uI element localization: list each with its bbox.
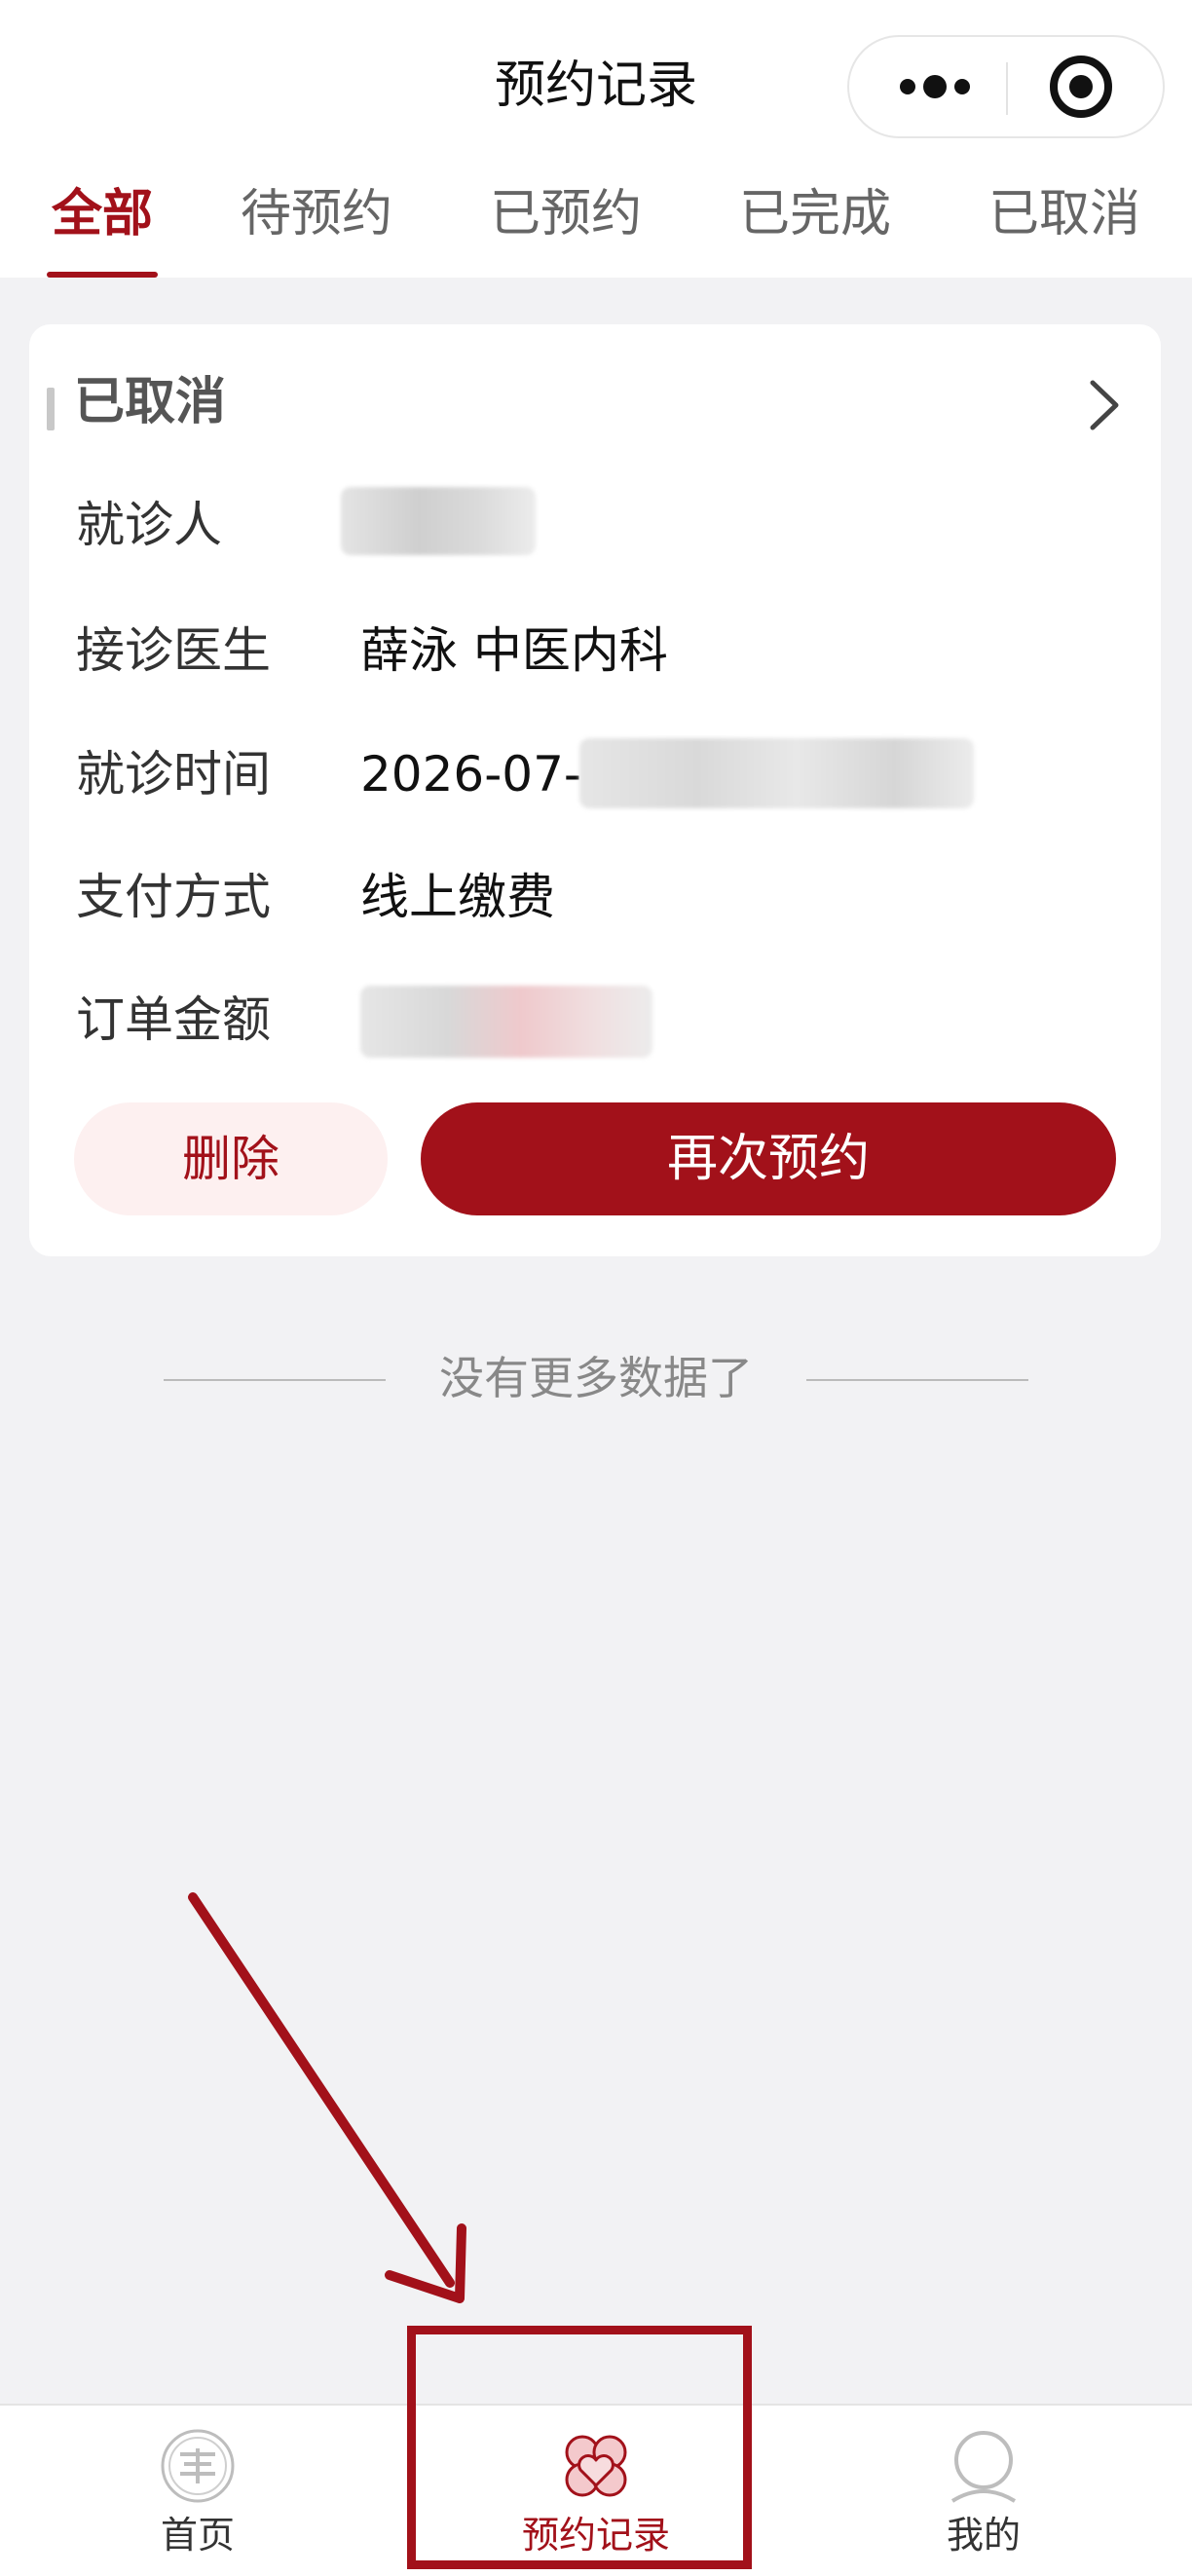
doctor-label: 接诊医生: [76, 622, 271, 679]
tab-completed[interactable]: 已完成: [732, 166, 898, 278]
tab-label: 待预约: [240, 185, 392, 243]
header: 预约记录 全部 待预约 已预约 已完成 已取消: [0, 0, 1192, 278]
home-seal-icon: [161, 2429, 235, 2503]
tab-cancelled[interactable]: 已取消: [982, 166, 1147, 278]
bottom-tab-bar: 首页 预约记录 我的: [0, 2404, 1192, 2576]
tab-booked[interactable]: 已预约: [483, 166, 649, 278]
heart-clover-icon: [565, 2435, 627, 2497]
nav-label: 我的: [946, 2514, 1021, 2557]
chevron-right-icon[interactable]: [1079, 375, 1128, 435]
visit-time-redacted: [579, 738, 974, 808]
status-tabs: 全部 待预约 已预约 已完成 已取消: [0, 166, 1192, 278]
target-close-icon: [1050, 56, 1112, 118]
divider-right: [806, 1379, 1028, 1381]
user-icon: [950, 2431, 1017, 2503]
tab-label: 已预约: [489, 185, 642, 243]
more-dots-icon: [900, 75, 970, 98]
capsule-divider: [1006, 62, 1008, 115]
payment-value: 线上缴费: [360, 869, 555, 925]
status-marker: [47, 388, 55, 430]
patient-redacted: [341, 487, 536, 555]
rebook-button[interactable]: 再次预约: [421, 1102, 1116, 1215]
nav-appointments[interactable]: 预约记录: [479, 2406, 713, 2576]
tab-label: 已取消: [987, 185, 1140, 243]
tab-all[interactable]: 全部: [39, 166, 166, 278]
no-more-data-text: 没有更多数据了: [439, 1352, 753, 1404]
amount-label: 订单金额: [76, 991, 271, 1048]
tab-label: 全部: [51, 185, 153, 243]
nav-profile[interactable]: 我的: [867, 2406, 1100, 2576]
doctor-value: 薛泳 中医内科: [360, 622, 668, 679]
status-badge: 已取消: [74, 373, 227, 431]
payment-label: 支付方式: [76, 869, 271, 925]
nav-home[interactable]: 首页: [81, 2406, 315, 2576]
patient-label: 就诊人: [76, 497, 222, 553]
close-button[interactable]: [1023, 37, 1139, 136]
tab-pending[interactable]: 待预约: [234, 166, 399, 278]
more-button[interactable]: [878, 37, 995, 136]
tab-label: 已完成: [738, 185, 891, 243]
active-tab-indicator: [47, 272, 158, 278]
visit-time-label: 就诊时间: [76, 746, 271, 803]
visit-time-value: 2026-07-: [360, 746, 581, 803]
nav-label: 首页: [160, 2514, 235, 2557]
mini-program-capsule: [847, 35, 1165, 138]
delete-button[interactable]: 删除: [74, 1102, 388, 1215]
nav-label: 预约记录: [521, 2514, 670, 2557]
amount-redacted: [360, 986, 652, 1058]
page: 预约记录 全部 待预约 已预约 已完成 已取消 已取消 就诊人 接诊医生 薛泳 …: [0, 0, 1192, 2576]
